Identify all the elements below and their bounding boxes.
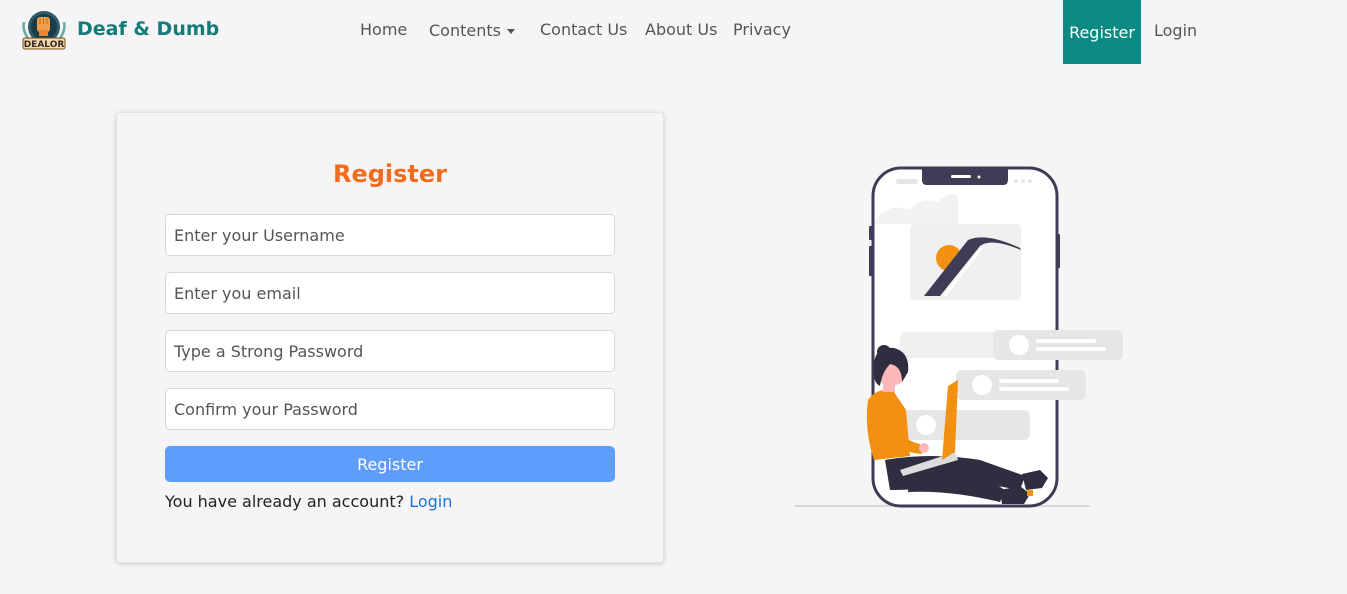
register-submit-button[interactable]: Register	[165, 446, 615, 482]
navbar: DEALOR Deaf & Dumb Home Contents Contact…	[0, 0, 1347, 64]
nav-privacy[interactable]: Privacy	[733, 20, 791, 39]
nav-contact[interactable]: Contact Us	[540, 20, 627, 39]
register-title: Register	[332, 160, 448, 188]
brand-name: Deaf & Dumb	[77, 18, 220, 40]
nav-about[interactable]: About Us	[645, 20, 717, 39]
account-prompt-text: You have already an account?	[165, 492, 405, 511]
nav-login[interactable]: Login	[1154, 21, 1197, 40]
nav-contents-label: Contents	[429, 21, 501, 40]
confirm-password-input[interactable]	[165, 388, 615, 430]
raised-fist-logo-icon: DEALOR	[22, 11, 66, 50]
nav-home[interactable]: Home	[360, 20, 407, 39]
register-card: Register Register You have already an ac…	[116, 112, 664, 563]
brand[interactable]: DEALOR Deaf & Dumb	[20, 8, 219, 54]
login-link[interactable]: Login	[409, 492, 452, 511]
person-with-laptop-phone-illustration	[795, 166, 1123, 508]
caret-down-icon	[506, 29, 515, 34]
email-input[interactable]	[165, 272, 615, 314]
logo-text: DEALOR	[24, 40, 65, 50]
nav-contents-dropdown[interactable]: Contents	[429, 21, 515, 40]
username-input[interactable]	[165, 214, 615, 256]
nav-register[interactable]: Register	[1063, 0, 1141, 64]
password-input[interactable]	[165, 330, 615, 372]
account-prompt-line: You have already an account? Login	[165, 492, 452, 511]
